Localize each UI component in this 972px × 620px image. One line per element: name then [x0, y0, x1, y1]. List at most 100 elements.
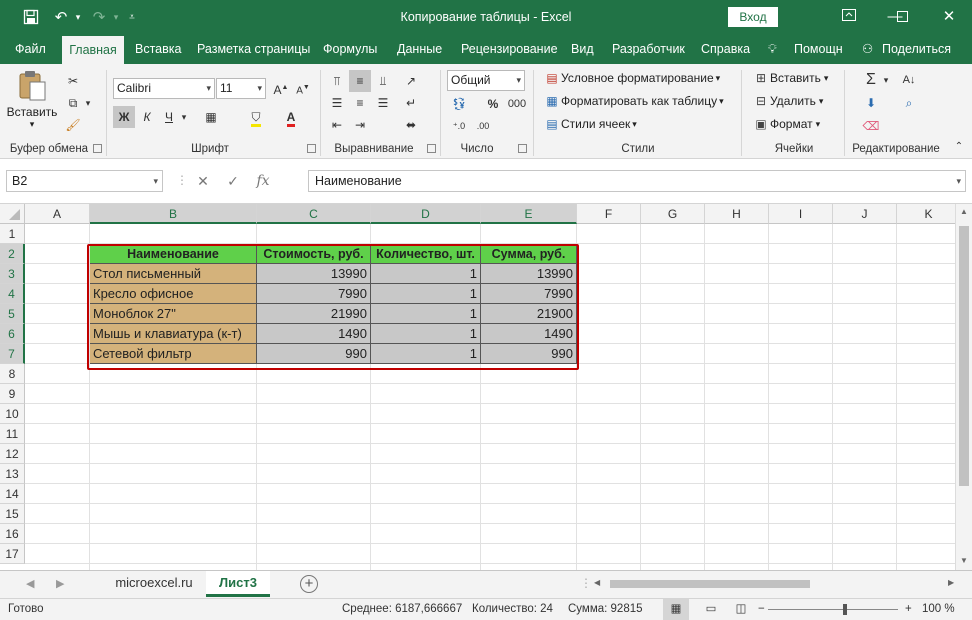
add-sheet-icon[interactable]: +: [300, 575, 318, 593]
paste-button[interactable]: Вставить ▾: [7, 70, 57, 136]
sheet-tab-list3[interactable]: Лист3: [206, 571, 270, 597]
tab-file[interactable]: Файл: [15, 34, 46, 64]
formula-input[interactable]: Наименование ▾: [308, 170, 966, 192]
signin-button[interactable]: Вход: [728, 7, 778, 27]
column-header-k[interactable]: K: [897, 204, 961, 224]
copy-icon[interactable]: ⧉: [62, 92, 84, 114]
borders-icon[interactable]: ▦: [200, 106, 222, 128]
customize-quick-access-icon[interactable]: ⩡: [124, 0, 140, 34]
tab-help[interactable]: Справка: [701, 34, 750, 64]
font-name-dropdown[interactable]: Calibri ▾: [113, 78, 215, 99]
insert-cells-button[interactable]: ⊞ Вставить ▾: [752, 71, 828, 85]
scroll-right-icon[interactable]: ▶: [948, 578, 954, 587]
sheet-prev-icon[interactable]: ◀: [26, 577, 34, 590]
fill-color-icon[interactable]: ⛉: [245, 106, 267, 128]
column-header-e[interactable]: E: [481, 204, 577, 224]
alignment-launcher-icon[interactable]: [427, 144, 436, 153]
expand-formula-icon[interactable]: ▾: [956, 171, 961, 191]
comma-style-icon[interactable]: 000: [506, 93, 528, 115]
tab-home[interactable]: Главная: [62, 36, 124, 64]
collapse-ribbon-icon[interactable]: ⌃: [948, 136, 970, 158]
column-header-i[interactable]: I: [769, 204, 833, 224]
align-middle-icon[interactable]: ≡: [349, 70, 371, 92]
tab-insert[interactable]: Вставка: [135, 34, 181, 64]
select-all-corner[interactable]: [0, 204, 25, 224]
decrease-decimal-icon[interactable]: .00: [472, 115, 494, 137]
enter-icon[interactable]: ✓: [218, 173, 248, 190]
align-center-icon[interactable]: ≡: [349, 92, 371, 114]
italic-button[interactable]: К: [136, 106, 158, 128]
vertical-scrollbar[interactable]: ▲ ▼: [955, 204, 972, 570]
tab-formulas[interactable]: Формулы: [323, 34, 377, 64]
tab-developer[interactable]: Разработчик: [612, 34, 685, 64]
cut-icon[interactable]: ✂: [62, 70, 84, 92]
bold-button[interactable]: Ж: [113, 106, 135, 128]
tab-tell-me[interactable]: Помощн: [794, 34, 843, 64]
normal-view-icon[interactable]: ▦: [663, 599, 689, 620]
zoom-slider-thumb[interactable]: [843, 604, 847, 615]
zoom-slider[interactable]: [768, 609, 898, 610]
delete-cells-button[interactable]: ⊟ Удалить ▾: [752, 94, 823, 108]
row-header-3[interactable]: 3: [0, 264, 25, 284]
column-header-b[interactable]: B: [90, 204, 257, 224]
row-header-4[interactable]: 4: [0, 284, 25, 304]
sheet-next-icon[interactable]: ▶: [56, 577, 64, 590]
tab-share[interactable]: Поделиться: [882, 34, 951, 64]
merge-center-icon[interactable]: ⬌: [400, 114, 422, 136]
column-header-d[interactable]: D: [371, 204, 481, 224]
tab-review[interactable]: Рецензирование: [461, 34, 558, 64]
autosum-icon[interactable]: Σ: [860, 69, 882, 91]
wrap-text-icon[interactable]: ↵: [400, 92, 422, 114]
row-header-6[interactable]: 6: [0, 324, 25, 344]
fill-icon[interactable]: ⬇: [860, 92, 882, 114]
close-icon[interactable]: ✕: [926, 0, 972, 34]
align-top-icon[interactable]: ⫪: [326, 70, 348, 92]
horizontal-scroll-thumb[interactable]: [610, 580, 810, 588]
ribbon-display-icon[interactable]: [826, 0, 872, 34]
redo-dropdown-icon[interactable]: ▾: [110, 0, 122, 34]
tab-page-layout[interactable]: Разметка страницы: [197, 34, 310, 64]
font-launcher-icon[interactable]: [307, 144, 316, 153]
row-header-2[interactable]: 2: [0, 244, 25, 264]
clear-icon[interactable]: ⌫: [860, 115, 882, 137]
zoom-out-icon[interactable]: −: [758, 599, 765, 620]
cell-styles-button[interactable]: ▤ Стили ячеек ▾: [543, 117, 636, 131]
row-header-8[interactable]: 8: [0, 364, 25, 384]
paste-dropdown-icon[interactable]: ▾: [30, 119, 35, 130]
row-header-1[interactable]: 1: [0, 224, 25, 244]
autosum-dropdown-icon[interactable]: ▾: [880, 69, 892, 91]
drag-handle-icon[interactable]: ⋮: [176, 173, 188, 187]
format-as-table-button[interactable]: ▦ Форматировать как таблицу ▾: [543, 94, 723, 108]
decrease-font-icon[interactable]: A▼: [292, 77, 314, 99]
row-header-14[interactable]: 14: [0, 484, 25, 504]
sort-filter-icon[interactable]: A↓: [898, 69, 920, 91]
format-cells-button[interactable]: ▣ Формат ▾: [752, 117, 820, 131]
row-header-12[interactable]: 12: [0, 444, 25, 464]
name-box[interactable]: B2 ▾: [6, 170, 163, 192]
cancel-icon[interactable]: ✕: [188, 173, 218, 190]
undo-dropdown-icon[interactable]: ▾: [72, 0, 84, 34]
underline-dropdown-icon[interactable]: ▾: [178, 106, 190, 128]
row-header-10[interactable]: 10: [0, 404, 25, 424]
share-icon[interactable]: ⚇: [862, 34, 873, 64]
column-header-f[interactable]: F: [577, 204, 641, 224]
row-header-13[interactable]: 13: [0, 464, 25, 484]
column-header-g[interactable]: G: [641, 204, 705, 224]
worksheet-grid[interactable]: ABCDEFGHIJK 1 2 3 4 5 6 7 8 9 10 11 12 13 14 15 16 17 На…: [0, 204, 972, 570]
zoom-level[interactable]: 100 %: [922, 599, 955, 620]
page-break-view-icon[interactable]: ◫: [730, 599, 752, 620]
column-header-h[interactable]: H: [705, 204, 769, 224]
redo-icon[interactable]: ↷: [88, 0, 110, 34]
increase-indent-icon[interactable]: ⇥: [349, 114, 371, 136]
row-header-17[interactable]: 17: [0, 544, 25, 564]
conditional-formatting-button[interactable]: ▤ Условное форматирование ▾: [543, 71, 720, 85]
scroll-up-icon[interactable]: ▲: [960, 207, 968, 216]
save-icon[interactable]: [18, 0, 44, 34]
scroll-left-icon[interactable]: ◀: [594, 578, 600, 587]
underline-button[interactable]: Ч: [158, 106, 180, 128]
undo-icon[interactable]: ↶: [50, 0, 72, 34]
zoom-in-icon[interactable]: +: [905, 599, 912, 620]
row-header-9[interactable]: 9: [0, 384, 25, 404]
row-header-16[interactable]: 16: [0, 524, 25, 544]
column-header-j[interactable]: J: [833, 204, 897, 224]
